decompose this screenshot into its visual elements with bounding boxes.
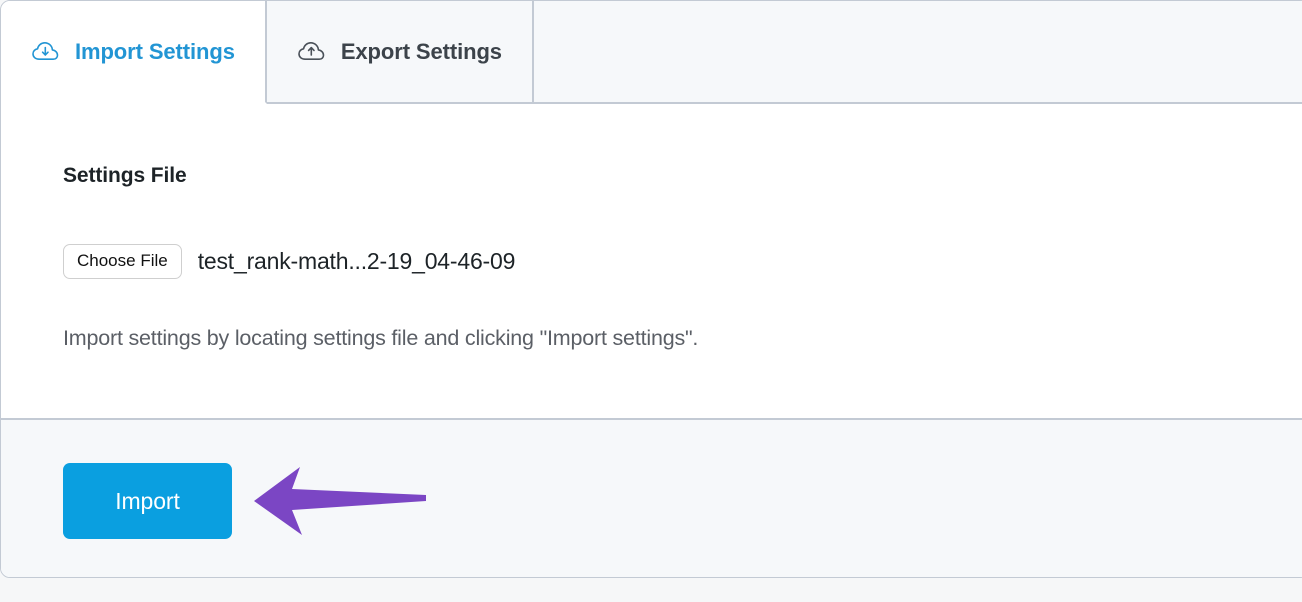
file-picker-row: Choose File test_rank-math...2-19_04-46-… — [63, 244, 515, 279]
cloud-download-icon — [31, 40, 61, 64]
tab-bar-filler — [533, 1, 1302, 102]
tab-export-settings-label: Export Settings — [340, 38, 502, 64]
settings-panel: Import Settings Export Settings Settings… — [0, 0, 1302, 578]
settings-file-heading: Settings File — [63, 164, 187, 187]
tab-import-settings[interactable]: Import Settings — [1, 1, 267, 104]
import-instructions-text: Import settings by locating settings fil… — [63, 326, 699, 350]
panel-footer: Import — [1, 418, 1302, 577]
choose-file-button[interactable]: Choose File — [63, 244, 182, 279]
tab-export-settings[interactable]: Export Settings — [266, 1, 534, 102]
import-settings-panel: Settings File Choose File test_rank-math… — [1, 104, 1302, 418]
import-button[interactable]: Import — [63, 463, 232, 539]
tab-import-settings-label: Import Settings — [75, 38, 235, 64]
cloud-upload-icon — [297, 40, 327, 64]
tab-bar: Import Settings Export Settings — [1, 1, 1302, 104]
selected-file-name: test_rank-math...2-19_04-46-09 — [197, 247, 516, 274]
